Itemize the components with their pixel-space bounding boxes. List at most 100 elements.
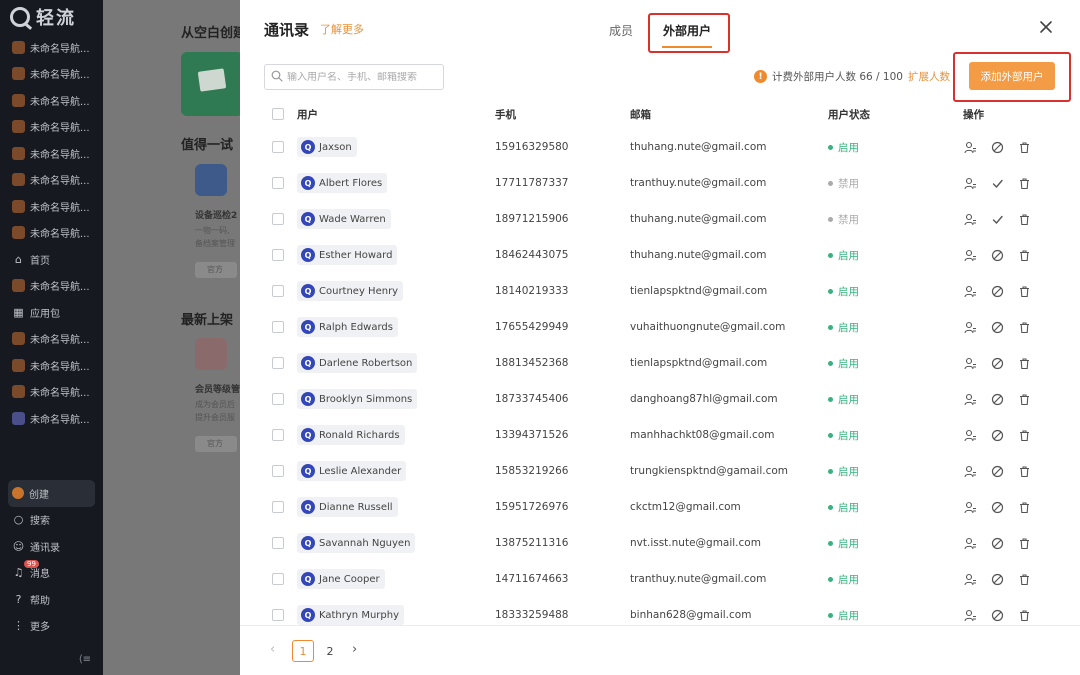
edit-user-icon[interactable]	[963, 284, 977, 298]
user-chip[interactable]: Q Leslie Alexander	[297, 461, 407, 481]
disable-user-icon[interactable]	[990, 356, 1004, 370]
delete-user-icon[interactable]	[1017, 356, 1031, 370]
row-checkbox[interactable]	[272, 465, 284, 477]
prev-page-icon[interactable]: ‹	[270, 642, 275, 657]
sidebar-app-item[interactable]: 未命名导航...	[0, 167, 103, 194]
row-checkbox[interactable]	[272, 213, 284, 225]
sidebar-app-item[interactable]: 未命名导航...	[0, 405, 103, 432]
edit-user-icon[interactable]	[963, 428, 977, 442]
disable-user-icon[interactable]	[990, 428, 1004, 442]
edit-user-icon[interactable]	[963, 392, 977, 406]
sidebar-item-create[interactable]: 创建	[8, 480, 95, 507]
disable-user-icon[interactable]	[990, 392, 1004, 406]
delete-user-icon[interactable]	[1017, 500, 1031, 514]
user-chip[interactable]: Q Darlene Robertson	[297, 353, 418, 373]
row-checkbox[interactable]	[272, 537, 284, 549]
user-chip[interactable]: Q Brooklyn Simmons	[297, 389, 418, 409]
row-checkbox[interactable]	[272, 249, 284, 261]
disable-user-icon[interactable]	[990, 572, 1004, 586]
sidebar-item-search[interactable]: ○ 搜索	[0, 507, 103, 534]
edit-user-icon[interactable]	[963, 212, 977, 226]
next-page-icon[interactable]: ›	[352, 642, 357, 657]
sidebar-item-more[interactable]: ⋮ 更多	[0, 613, 103, 640]
edit-user-icon[interactable]	[963, 320, 977, 334]
app-logo[interactable]: 轻流	[0, 0, 103, 34]
search-input[interactable]	[287, 71, 437, 83]
edit-user-icon[interactable]	[963, 140, 977, 154]
sidebar-app-item[interactable]: 未命名导航...	[0, 193, 103, 220]
sidebar-item-messages[interactable]: ♫ 消息	[0, 560, 103, 587]
user-chip[interactable]: Q Kathryn Murphy	[297, 605, 404, 625]
row-checkbox[interactable]	[272, 573, 284, 585]
user-chip[interactable]: Q Courtney Henry	[297, 281, 404, 301]
sidebar-app-item[interactable]: 未命名导航...	[0, 220, 103, 247]
delete-user-icon[interactable]	[1017, 608, 1031, 622]
row-checkbox[interactable]	[272, 393, 284, 405]
row-checkbox[interactable]	[272, 177, 284, 189]
user-chip[interactable]: Q Savannah Nguyen	[297, 533, 416, 553]
delete-user-icon[interactable]	[1017, 176, 1031, 190]
sidebar-app-item[interactable]: 未命名导航...	[0, 61, 103, 88]
delete-user-icon[interactable]	[1017, 212, 1031, 226]
row-checkbox[interactable]	[272, 357, 284, 369]
sidebar-app-item[interactable]: ▦ 应用包	[0, 299, 103, 326]
edit-user-icon[interactable]	[963, 464, 977, 478]
sidebar-app-item[interactable]: 未命名导航...	[0, 87, 103, 114]
row-checkbox[interactable]	[272, 321, 284, 333]
delete-user-icon[interactable]	[1017, 140, 1031, 154]
edit-user-icon[interactable]	[963, 176, 977, 190]
delete-user-icon[interactable]	[1017, 248, 1031, 262]
row-checkbox[interactable]	[272, 141, 284, 153]
close-icon[interactable]	[1037, 18, 1055, 36]
sidebar-app-item[interactable]: 未命名导航...	[0, 326, 103, 353]
page-1-button[interactable]: 1	[292, 640, 314, 662]
tab-members[interactable]: 成员	[609, 22, 633, 39]
edit-user-icon[interactable]	[963, 500, 977, 514]
disable-user-icon[interactable]	[990, 140, 1004, 154]
expand-quota-link[interactable]: 扩展人数	[908, 69, 950, 84]
user-chip[interactable]: Q Albert Flores	[297, 173, 388, 193]
sidebar-app-item[interactable]: ⌂ 首页	[0, 246, 103, 273]
row-checkbox[interactable]	[272, 429, 284, 441]
disable-user-icon[interactable]	[990, 536, 1004, 550]
row-checkbox[interactable]	[272, 285, 284, 297]
sidebar-app-item[interactable]: 未命名导航...	[0, 352, 103, 379]
sidebar-app-item[interactable]: 未命名导航...	[0, 34, 103, 61]
user-chip[interactable]: Q Ronald Richards	[297, 425, 405, 445]
row-checkbox[interactable]	[272, 501, 284, 513]
sidebar-app-item[interactable]: 未命名导航...	[0, 114, 103, 141]
user-chip[interactable]: Q Dianne Russell	[297, 497, 398, 517]
disable-user-icon[interactable]	[990, 284, 1004, 298]
delete-user-icon[interactable]	[1017, 392, 1031, 406]
delete-user-icon[interactable]	[1017, 428, 1031, 442]
disable-user-icon[interactable]	[990, 608, 1004, 622]
learn-more-link[interactable]: 了解更多	[320, 21, 364, 37]
edit-user-icon[interactable]	[963, 608, 977, 622]
delete-user-icon[interactable]	[1017, 572, 1031, 586]
edit-user-icon[interactable]	[963, 572, 977, 586]
disable-user-icon[interactable]	[990, 320, 1004, 334]
user-chip[interactable]: Q Jane Cooper	[297, 569, 385, 589]
user-chip[interactable]: Q Ralph Edwards	[297, 317, 398, 337]
page-2-button[interactable]: 2	[319, 640, 341, 662]
enable-user-icon[interactable]	[990, 212, 1004, 226]
user-chip[interactable]: Q Wade Warren	[297, 209, 391, 229]
delete-user-icon[interactable]	[1017, 464, 1031, 478]
disable-user-icon[interactable]	[990, 500, 1004, 514]
edit-user-icon[interactable]	[963, 248, 977, 262]
sidebar-app-item[interactable]: 未命名导航...	[0, 273, 103, 300]
sidebar-item-help[interactable]: ? 帮助	[0, 586, 103, 613]
sidebar-item-contacts[interactable]: ☺ 通讯录	[0, 533, 103, 560]
disable-user-icon[interactable]	[990, 248, 1004, 262]
disable-user-icon[interactable]	[990, 464, 1004, 478]
sidebar-app-item[interactable]: 未命名导航...	[0, 379, 103, 406]
user-chip[interactable]: Q Esther Howard	[297, 245, 398, 265]
delete-user-icon[interactable]	[1017, 536, 1031, 550]
collapse-sidebar-icon[interactable]: ⟨≡	[79, 654, 91, 665]
sidebar-app-item[interactable]: 未命名导航...	[0, 140, 103, 167]
edit-user-icon[interactable]	[963, 536, 977, 550]
edit-user-icon[interactable]	[963, 356, 977, 370]
row-checkbox[interactable]	[272, 609, 284, 621]
select-all-checkbox[interactable]	[272, 108, 284, 120]
delete-user-icon[interactable]	[1017, 320, 1031, 334]
